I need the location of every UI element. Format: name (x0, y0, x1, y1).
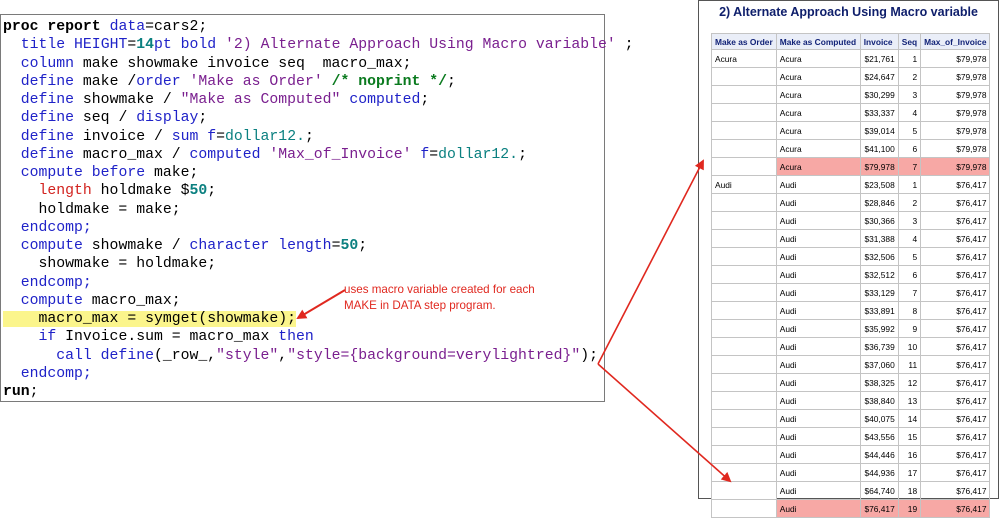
arrow-to-symget-line (296, 289, 346, 320)
max-of-invoice-cell: $76,417 (920, 499, 991, 518)
make-as-computed-cell: Audi (775, 499, 861, 518)
table-row: Audi $76,417 19 $76,417 (711, 499, 991, 518)
annotation-arrows (296, 159, 732, 483)
seq-cell: 19 (897, 499, 922, 518)
arrow-to-acura-highlight (597, 159, 704, 365)
arrow-to-audi-highlight (597, 363, 732, 483)
make-as-order-cell (711, 499, 777, 518)
invoice-cell: $76,417 (859, 499, 899, 518)
